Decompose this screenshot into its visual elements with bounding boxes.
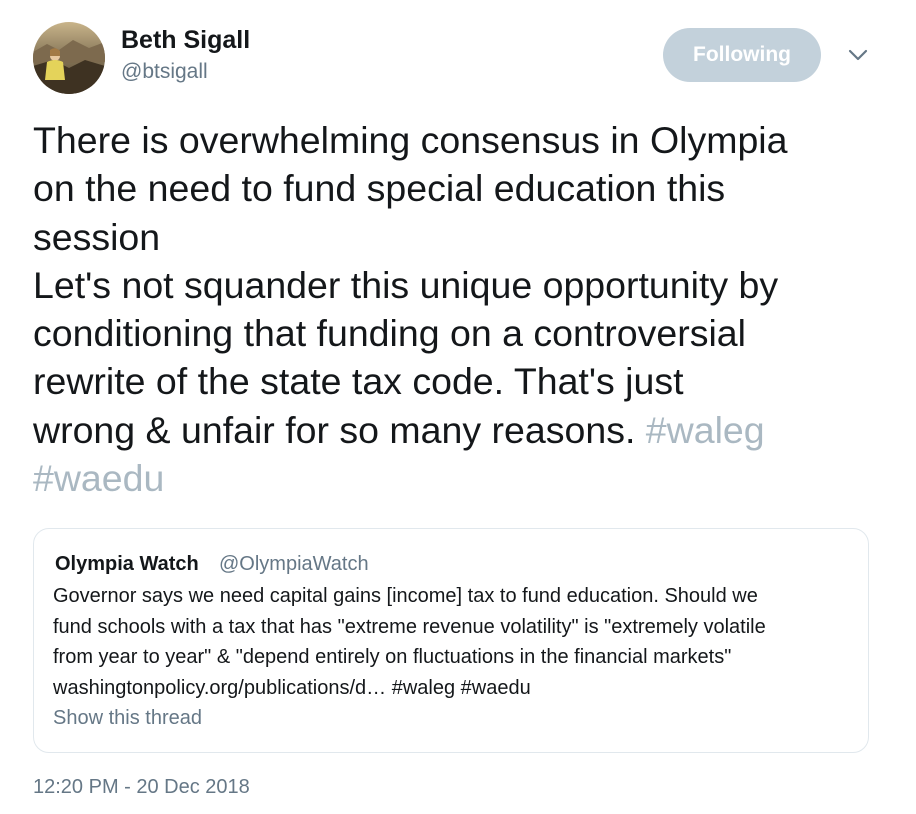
- hashtag-waleg[interactable]: #waleg: [646, 409, 765, 451]
- tweet-timestamp[interactable]: 12:20 PM - 20 Dec 2018: [33, 776, 250, 799]
- hashtag-waedu[interactable]: #waedu: [33, 454, 893, 502]
- quoted-line: washingtonpolicy.org/publications/d… #wa…: [53, 676, 531, 699]
- avatar[interactable]: [33, 22, 105, 94]
- tweet-line: Let's not squander this unique opportuni…: [33, 263, 779, 306]
- quoted-line: from year to year" & "depend entirely on…: [53, 646, 732, 668]
- tweet-line: on the need to fund special education th…: [33, 167, 726, 210]
- chevron-down-icon[interactable]: [846, 46, 870, 64]
- quoted-author-handle: @OlympiaWatch: [219, 553, 369, 575]
- quoted-tweet[interactable]: Olympia Watch @OlympiaWatch Governor say…: [33, 528, 869, 753]
- quoted-line: Governor says we need capital gains [inc…: [53, 585, 758, 607]
- tweet-line: There is overwhelming consensus in Olymp…: [33, 119, 788, 161]
- tweet-line: conditioning that funding on a controver…: [33, 312, 746, 355]
- tweet-text: There is overwhelming consensus in Olymp…: [33, 116, 893, 502]
- quoted-author-name: Olympia Watch: [55, 553, 199, 575]
- tweet-line: session: [33, 215, 161, 258]
- tweet-line-text: wrong & unfair for so many reasons.: [33, 408, 636, 451]
- tweet-line: rewrite of the state tax code. That's ju…: [33, 360, 684, 403]
- author-name[interactable]: Beth Sigall: [121, 26, 250, 55]
- show-thread-link[interactable]: Show this thread: [53, 707, 202, 730]
- profile-photo: [33, 22, 105, 94]
- quoted-line: fund schools with a tax that has "extrem…: [53, 615, 766, 638]
- author-handle[interactable]: @btsigall: [121, 60, 208, 84]
- tweet-line-with-hashtag: wrong & unfair for so many reasons. #wal…: [33, 406, 893, 454]
- quoted-tweet-text: Governor says we need capital gains [inc…: [53, 581, 863, 703]
- following-button[interactable]: Following: [663, 28, 821, 82]
